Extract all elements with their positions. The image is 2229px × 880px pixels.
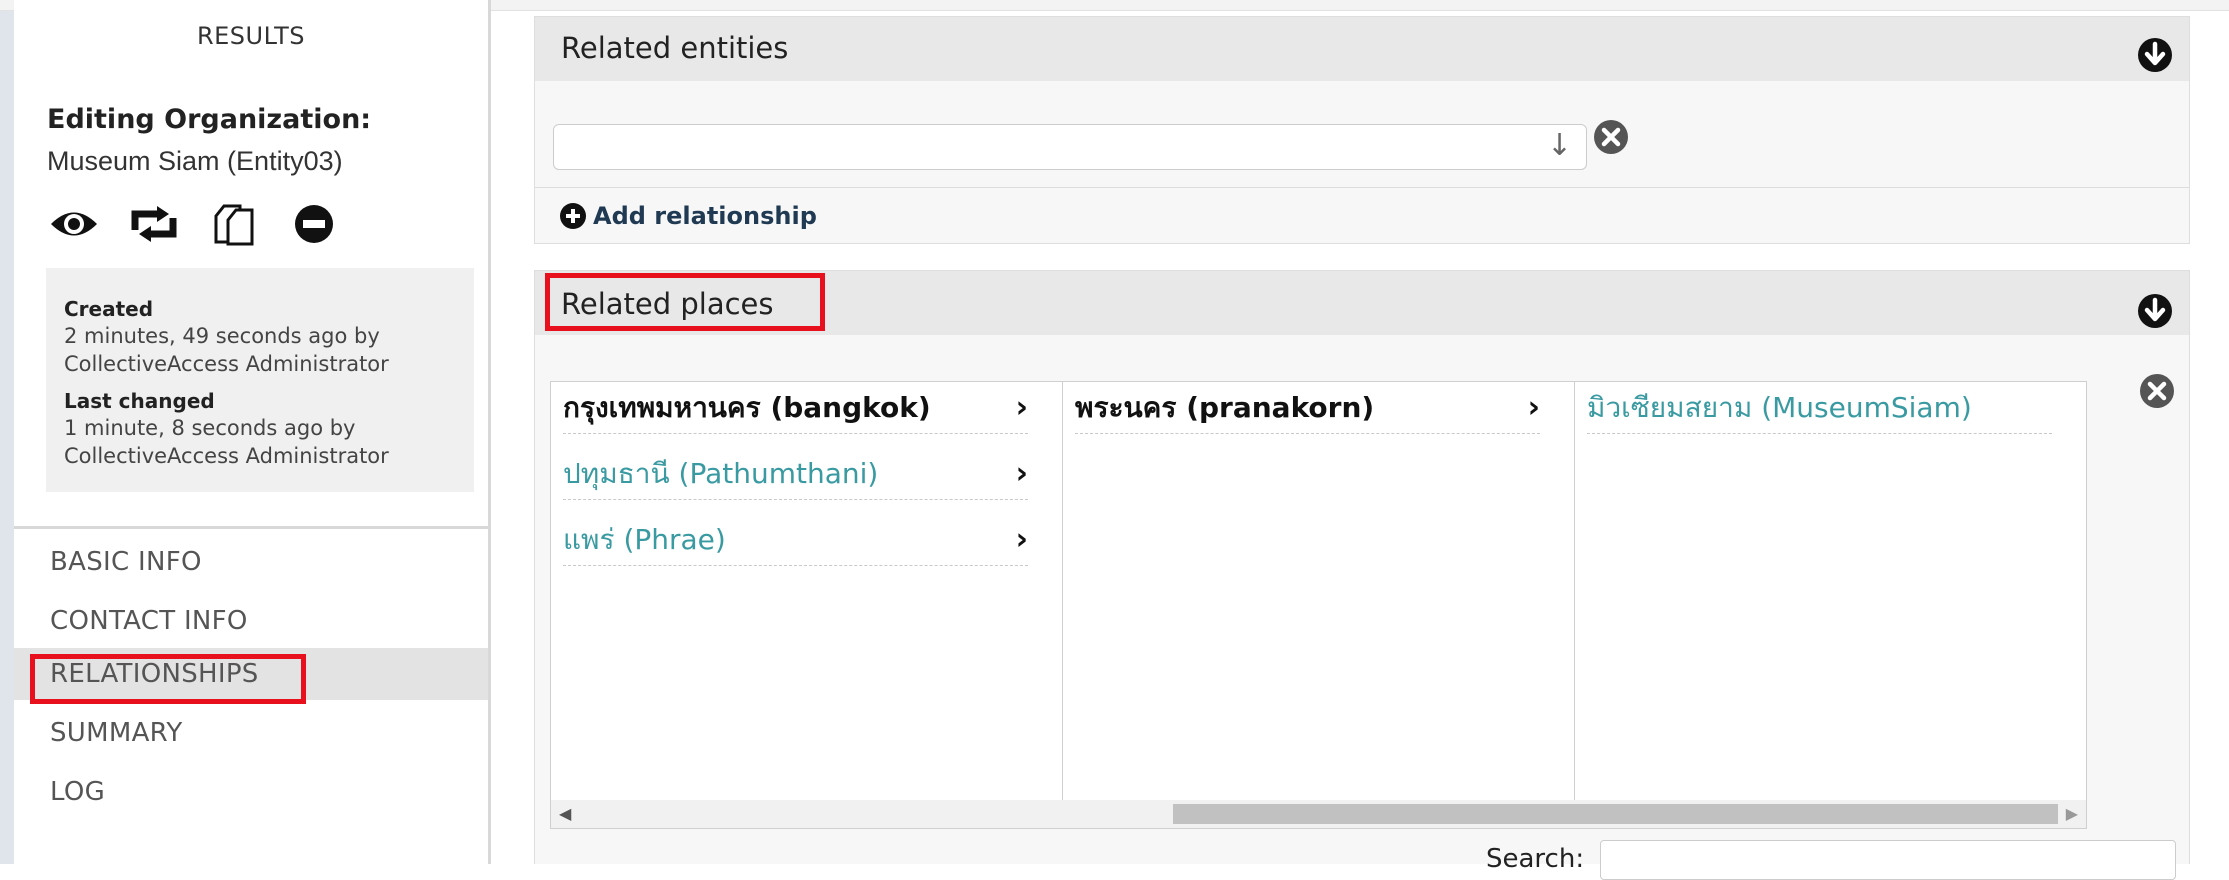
sidebar-item-contact-info[interactable]: CONTACT INFO <box>14 595 488 647</box>
scroll-left-arrow-icon[interactable]: ◀ <box>559 800 571 828</box>
collapse-arrow-icon[interactable] <box>2137 293 2173 329</box>
created-text-1: 2 minutes, 49 seconds ago by <box>64 324 380 348</box>
remove-place-icon[interactable] <box>2139 373 2175 409</box>
created-label: Created <box>64 297 154 321</box>
hierarchy-column-2: พระนคร (pranakorn) › <box>1063 382 1575 800</box>
sidebar: RESULTS Editing Organization: Museum Sia… <box>14 0 491 864</box>
search-label: Search: <box>1486 844 1585 874</box>
highlight-relationships <box>30 654 306 704</box>
sidebar-item-basic-info[interactable]: BASIC INFO <box>14 536 488 588</box>
last-changed-text-1: 1 minute, 8 seconds ago by <box>64 416 356 440</box>
place-hierarchy-browser: กรุงเทพมหานคร (bangkok) › ปทุมธานี (Path… <box>550 381 2087 829</box>
add-relationship-button[interactable]: Add relationship <box>559 202 817 230</box>
place-item-label: มิวเซียมสยาม (MuseumSiam) <box>1587 391 1972 424</box>
results-link[interactable]: RESULTS <box>14 22 488 50</box>
entities-divider <box>535 187 2189 188</box>
chevron-right-icon[interactable]: › <box>1528 386 1540 430</box>
related-entities-title: Related entities <box>561 31 789 65</box>
search-input[interactable] <box>1600 840 2176 880</box>
collapse-arrow-icon[interactable] <box>2137 37 2173 73</box>
chevron-right-icon[interactable]: › <box>1016 518 1028 562</box>
sidebar-item-summary[interactable]: SUMMARY <box>14 707 488 759</box>
related-entities-panel: Related entities ↓ Add relationship <box>534 16 2190 244</box>
place-item-museumsiam[interactable]: มิวเซียมสยาม (MuseumSiam) <box>1587 386 2052 434</box>
chevron-right-icon[interactable]: › <box>1016 452 1028 496</box>
arrow-down-icon[interactable]: ↓ <box>1547 128 1572 163</box>
eye-icon[interactable] <box>44 200 104 248</box>
delete-icon[interactable] <box>284 200 344 248</box>
editing-heading: Editing Organization: <box>47 104 372 135</box>
copy-icon[interactable] <box>204 200 264 248</box>
place-item-pranakorn[interactable]: พระนคร (pranakorn) › <box>1075 386 1540 434</box>
last-changed-label: Last changed <box>64 389 215 413</box>
record-actions <box>44 200 344 248</box>
duplicate-icon[interactable] <box>124 200 184 248</box>
scroll-right-arrow-icon[interactable]: ▶ <box>2066 800 2078 828</box>
hierarchy-column-3: มิวเซียมสยาม (MuseumSiam) <box>1575 382 2087 800</box>
hierarchy-column-1: กรุงเทพมหานคร (bangkok) › ปทุมธานี (Path… <box>551 382 1063 800</box>
record-info-box: Created 2 minutes, 49 seconds ago by Col… <box>46 268 474 492</box>
place-item-label: ปทุมธานี (Pathumthani) <box>563 457 879 490</box>
related-entity-input[interactable]: ↓ <box>553 124 1587 170</box>
sidebar-item-log[interactable]: LOG <box>14 766 488 818</box>
place-item-phrae[interactable]: แพร่ (Phrae) › <box>563 518 1028 566</box>
created-text-2: CollectiveAccess Administrator <box>64 352 389 376</box>
last-changed-text-2: CollectiveAccess Administrator <box>64 444 389 468</box>
add-relationship-label: Add relationship <box>593 202 817 230</box>
chevron-right-icon[interactable]: › <box>1016 386 1028 430</box>
scrollbar-thumb[interactable] <box>1173 804 2058 824</box>
plus-circle-icon <box>560 203 586 229</box>
window-edge <box>0 0 14 864</box>
place-item-label: พระนคร (pranakorn) <box>1075 391 1375 424</box>
place-item-bangkok[interactable]: กรุงเทพมหานคร (bangkok) › <box>563 386 1028 434</box>
place-item-label: กรุงเทพมหานคร (bangkok) <box>563 391 931 424</box>
place-item-pathumthani[interactable]: ปทุมธานี (Pathumthani) › <box>563 452 1028 500</box>
related-entities-header: Related entities <box>535 17 2189 81</box>
editing-entity-name: Museum Siam (Entity03) <box>47 146 343 176</box>
remove-entity-icon[interactable] <box>1593 119 1629 155</box>
horizontal-scrollbar[interactable]: ◀ ▶ <box>551 800 2086 828</box>
related-places-panel: Related places กรุงเทพมหานคร (bangkok) ›… <box>534 270 2190 864</box>
nav-divider <box>14 526 488 529</box>
highlight-related-places <box>545 273 825 331</box>
place-item-label: แพร่ (Phrae) <box>563 523 726 556</box>
